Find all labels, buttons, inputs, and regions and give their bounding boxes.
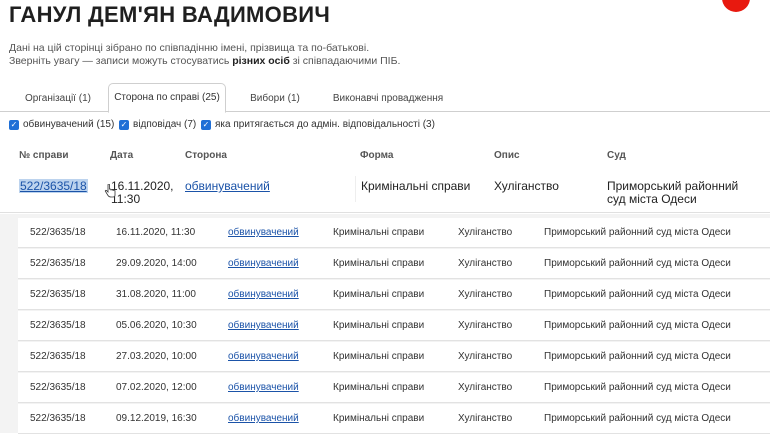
row-case-number: 522/3635/18	[30, 351, 86, 362]
header-date[interactable]: Дата	[110, 150, 133, 161]
page-title: ГАНУЛ ДЕМ'ЯН ВАДИМОВИЧ	[9, 2, 331, 27]
case-number[interactable]: 522/3635/18	[19, 179, 88, 193]
row-divider	[0, 212, 770, 213]
info-line-2-prefix: Зверніть увагу — записи можуть стосувати…	[9, 55, 233, 67]
table-row[interactable]: 522/3635/18 27.03.2020, 10:00 обвинуваче…	[18, 342, 770, 372]
row-form: Кримінальні справи	[333, 413, 425, 424]
row-description: Хуліганство	[458, 413, 513, 424]
notification-dot	[722, 0, 750, 12]
info-line-2-suffix: зі співпадаючими ПІБ.	[289, 55, 401, 67]
row-description: Хуліганство	[458, 320, 513, 331]
filter-accused[interactable]: ✓ обвинувачений (15)	[9, 119, 114, 130]
row-form: Кримінальні справи	[333, 351, 425, 362]
row-court: Приморський районний суд міста Одеси	[544, 382, 731, 393]
info-text: Дані на цій сторінці зібрано по співпаді…	[9, 42, 400, 68]
table-row[interactable]: 522/3635/18 07.02.2020, 12:00 обвинуваче…	[18, 373, 770, 403]
row-court: Приморський районний суд міста Одеси	[544, 413, 731, 424]
row-date: 07.02.2020, 12:00	[116, 382, 197, 393]
row-form: Кримінальні справи	[333, 382, 425, 393]
info-line-1: Дані на цій сторінці зібрано по співпаді…	[9, 42, 370, 54]
row-court: Приморський районний суд міста Одеси	[544, 289, 731, 300]
row-court: Приморський районний суд міста Одеси	[544, 227, 731, 238]
header-form[interactable]: Форма	[360, 150, 393, 161]
checkbox-checked-icon[interactable]: ✓	[119, 119, 129, 130]
tab-enforcement[interactable]: Виконавчі провадження	[323, 87, 453, 111]
tab-elections[interactable]: Вибори (1)	[235, 87, 315, 111]
case-court: Приморський районний суд міста Одеси	[607, 180, 738, 206]
tab-organizations[interactable]: Організації (1)	[12, 87, 104, 111]
row-date: 31.08.2020, 11:00	[116, 289, 196, 300]
row-party-link[interactable]: обвинувачений	[228, 413, 299, 424]
row-court: Приморський районний суд міста Одеси	[544, 351, 731, 362]
row-form: Кримінальні справи	[333, 258, 425, 269]
row-date: 16.11.2020, 11:30	[116, 227, 196, 238]
checkbox-checked-icon[interactable]: ✓	[9, 119, 19, 130]
info-line-2-bold: різних осіб	[232, 55, 290, 67]
hand-pointer-icon	[104, 184, 116, 198]
row-description: Хуліганство	[458, 227, 513, 238]
row-case-number: 522/3635/18	[30, 320, 86, 331]
sub-rows-panel: 522/3635/18 16.11.2020, 11:30 обвинуваче…	[0, 214, 770, 434]
table-row[interactable]: 522/3635/18 05.06.2020, 10:30 обвинуваче…	[18, 311, 770, 341]
filter-admin[interactable]: ✓ яка притягається до адмін. відповідаль…	[201, 119, 435, 130]
row-party-link[interactable]: обвинувачений	[228, 382, 299, 393]
row-party-link[interactable]: обвинувачений	[228, 258, 299, 269]
row-case-number: 522/3635/18	[30, 413, 86, 424]
row-party-link[interactable]: обвинувачений	[228, 227, 299, 238]
tab-case-party[interactable]: Сторона по справі (25)	[108, 83, 226, 113]
column-divider	[355, 176, 356, 202]
case-description: Хуліганство	[494, 179, 559, 193]
row-court: Приморський районний суд міста Одеси	[544, 258, 731, 269]
case-form: Кримінальні справи	[361, 179, 471, 193]
row-date: 09.12.2019, 16:30	[116, 413, 197, 424]
filter-respondent[interactable]: ✓ відповідач (7)	[119, 119, 196, 130]
row-party-link[interactable]: обвинувачений	[228, 289, 299, 300]
row-form: Кримінальні справи	[333, 227, 425, 238]
row-case-number: 522/3635/18	[30, 382, 86, 393]
case-court-line-2: суд міста Одеси	[607, 192, 697, 206]
filter-respondent-label: відповідач (7)	[133, 119, 197, 130]
row-case-number: 522/3635/18	[30, 227, 86, 238]
row-date: 27.03.2020, 10:00	[116, 351, 197, 362]
row-party-link[interactable]: обвинувачений	[228, 320, 299, 331]
row-party-link[interactable]: обвинувачений	[228, 351, 299, 362]
header-party[interactable]: Сторона	[185, 150, 227, 161]
tab-bar: Організації (1) Сторона по справі (25) В…	[0, 83, 770, 113]
header-case-no[interactable]: № справи	[19, 150, 69, 161]
row-date: 29.09.2020, 14:00	[116, 258, 197, 269]
case-date: 16.11.2020, 11:30	[111, 180, 174, 206]
row-case-number: 522/3635/18	[30, 289, 86, 300]
table-row[interactable]: 522/3635/18 16.11.2020, 11:30 обвинуваче…	[18, 218, 770, 248]
filter-admin-label: яка притягається до адмін. відповідально…	[215, 119, 435, 130]
row-description: Хуліганство	[458, 382, 513, 393]
party-link[interactable]: обвинувачений	[185, 180, 270, 193]
row-form: Кримінальні справи	[333, 289, 425, 300]
info-line-2: Зверніть увагу — записи можуть стосувати…	[9, 55, 400, 68]
table-row[interactable]: 522/3635/18 09.12.2019, 16:30 обвинуваче…	[18, 404, 770, 434]
row-description: Хуліганство	[458, 258, 513, 269]
checkbox-checked-icon[interactable]: ✓	[201, 119, 211, 130]
case-date-line-2: 11:30	[111, 192, 141, 206]
header-court[interactable]: Суд	[607, 150, 626, 161]
row-court: Приморський районний суд міста Одеси	[544, 320, 731, 331]
row-description: Хуліганство	[458, 289, 513, 300]
table-row[interactable]: 522/3635/18 29.09.2020, 14:00 обвинуваче…	[18, 249, 770, 279]
table-row[interactable]: 522/3635/18 31.08.2020, 11:00 обвинуваче…	[18, 280, 770, 310]
header-description[interactable]: Опис	[494, 150, 520, 161]
row-case-number: 522/3635/18	[30, 258, 86, 269]
row-form: Кримінальні справи	[333, 320, 425, 331]
row-date: 05.06.2020, 10:30	[116, 320, 197, 331]
row-description: Хуліганство	[458, 351, 513, 362]
filter-accused-label: обвинувачений (15)	[23, 119, 115, 130]
